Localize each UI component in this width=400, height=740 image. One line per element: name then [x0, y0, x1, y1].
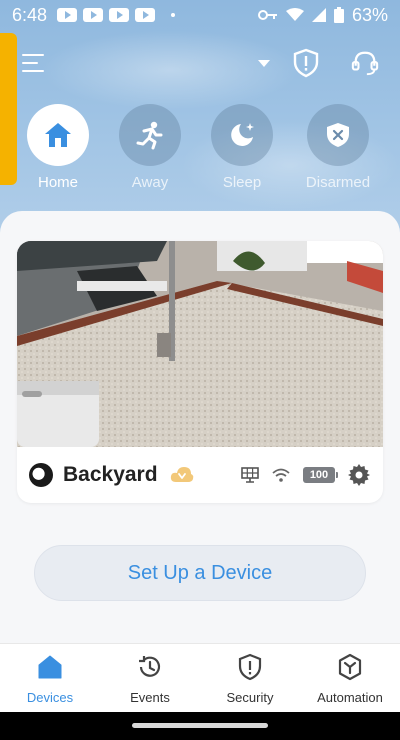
mode-sleep[interactable]: Sleep	[197, 104, 287, 191]
youtube-notification-icon	[83, 8, 104, 22]
support-headset-icon[interactable]	[351, 48, 379, 78]
history-icon	[139, 656, 161, 677]
mode-away-label: Away	[131, 174, 169, 191]
menu-button[interactable]	[22, 54, 46, 74]
key-icon	[257, 10, 277, 20]
nav-security[interactable]: Security	[200, 644, 300, 712]
home-icon	[45, 123, 71, 147]
nav-devices[interactable]: Devices	[0, 644, 100, 712]
security-shield-icon	[238, 653, 262, 681]
gear-icon[interactable]	[347, 463, 371, 487]
mode-disarmed-label: Disarmed	[305, 174, 371, 191]
nav-events-label: Events	[130, 690, 170, 705]
status-bar: 6:48 63%	[0, 0, 400, 30]
nav-automation[interactable]: Automation	[300, 644, 400, 712]
system-gesture-bar	[0, 712, 400, 740]
cloud-plan-icon[interactable]	[170, 466, 194, 484]
camera-name: Backyard	[63, 463, 158, 486]
camera-info-bar: Backyard 100	[17, 447, 383, 503]
camera-live-preview[interactable]	[17, 241, 383, 447]
mode-disarmed[interactable]: Disarmed	[293, 104, 383, 191]
bottom-navigation: Devices Events Security Automation	[0, 643, 400, 712]
mode-sleep-label: Sleep	[222, 174, 262, 191]
wifi-icon	[285, 8, 304, 21]
battery-percent: 63%	[351, 4, 388, 25]
battery-icon	[333, 7, 344, 23]
mode-home-label: Home	[37, 174, 78, 191]
set-up-device-button[interactable]: Set Up a Device	[34, 545, 366, 601]
mode-home[interactable]: Home	[13, 104, 103, 191]
solar-panel-icon	[241, 467, 259, 483]
camera-battery-level: 100	[303, 467, 338, 483]
automation-icon	[338, 653, 362, 681]
nav-automation-label: Automation	[317, 690, 383, 705]
signal-icon	[311, 8, 326, 22]
devices-panel: Backyard 100 Set Up a Device	[0, 211, 400, 643]
alert-shield-icon[interactable]	[292, 48, 320, 78]
nav-security-label: Security	[226, 690, 274, 705]
mode-away[interactable]: Away	[105, 104, 195, 191]
camera-card[interactable]: Backyard 100	[17, 241, 383, 503]
youtube-notification-icon	[109, 8, 130, 22]
home-gesture-handle[interactable]	[132, 723, 268, 728]
wifi-signal-icon	[272, 468, 290, 482]
camera-thumbnail-icon	[29, 463, 53, 487]
moon-icon	[231, 123, 254, 146]
home-selector-dropdown[interactable]	[258, 60, 270, 67]
youtube-notification-icon	[57, 8, 78, 22]
youtube-notification-icon	[135, 8, 156, 22]
devices-icon	[38, 655, 62, 679]
disarmed-shield-icon	[327, 123, 349, 147]
nav-events[interactable]: Events	[100, 644, 200, 712]
nav-devices-label: Devices	[26, 690, 74, 705]
more-notifications-dot	[171, 13, 176, 17]
status-time: 6:48	[12, 4, 48, 25]
security-mode-selector: Home Away Sleep Disarmed	[0, 104, 400, 194]
running-person-icon	[136, 121, 163, 150]
